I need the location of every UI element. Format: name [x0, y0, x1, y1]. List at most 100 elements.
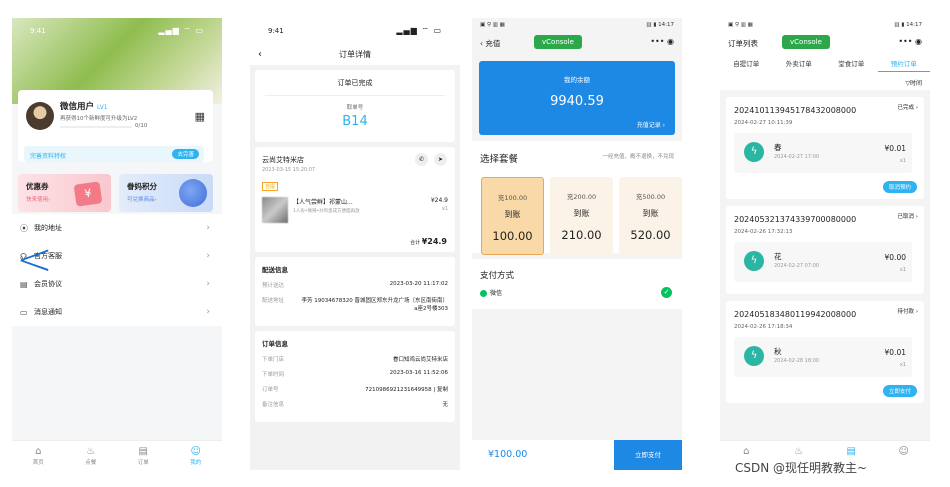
- order-number: 202405321374339700080000: [734, 215, 857, 224]
- avatar[interactable]: [26, 102, 54, 130]
- tab-delivery-orders[interactable]: 外卖订单: [773, 54, 826, 72]
- status-time: 9:41: [268, 26, 284, 35]
- total-value: ¥24.9: [421, 237, 447, 246]
- status-icons-right: ▥ ▮ 14:17: [646, 22, 674, 28]
- row-value: 2023-03-16 11:52:06: [389, 370, 448, 376]
- tab-mine[interactable]: ☺: [878, 441, 931, 470]
- row-key: 预计送达: [262, 283, 285, 289]
- package-option[interactable]: 充200.00 到账 210.00: [550, 177, 613, 255]
- order-info-section: 订单信息 下单门店 眷口知鸡云尚艾特米店 下单时间 2023-03-16 11:52…: [255, 331, 455, 422]
- back-arrow-icon[interactable]: ‹: [258, 49, 262, 60]
- delivery-section: 配送信息 预计送达 2023-03-20 11:17:02 配送地址 李芳 1903…: [255, 257, 455, 326]
- points-card[interactable]: 眷妈积分 可兑换商品›: [119, 174, 213, 212]
- nav-header: 订单列表 vConsole ••• ◉: [720, 32, 930, 54]
- order-card[interactable]: 202405321374339700080000 2024-02-26 17:3…: [726, 206, 924, 294]
- order-status: 订单已完成: [337, 79, 373, 87]
- payment-section: 支付方式 微信 ✓: [472, 259, 682, 309]
- goods-name: 【人气尝鲜】祁蒙山...: [293, 199, 353, 206]
- package-amount: 520.00: [630, 228, 671, 242]
- wechat-icon: [480, 290, 487, 297]
- food-icon: ♨: [794, 446, 804, 457]
- recharge-record-link[interactable]: 充值记录 ›: [637, 120, 665, 129]
- item-name: 春: [774, 143, 782, 152]
- queue-number: B14: [342, 114, 368, 129]
- nav-header: ‹ 充值 vConsole ••• ◉: [472, 32, 682, 54]
- coupon-icon: ¥: [73, 181, 103, 207]
- check-icon[interactable]: ✓: [661, 287, 672, 298]
- info-row: 备注信息 无: [262, 400, 448, 408]
- package-section: 选择套餐 一经充值，概不退换，不兑现 充100.00 到账 100.00 充20…: [472, 141, 682, 255]
- chevron-left-overlay-icon[interactable]: <: [16, 238, 53, 282]
- complete-profile-button[interactable]: 去完善: [172, 149, 199, 159]
- chevron-right-icon: ›: [206, 307, 210, 317]
- order-date: 2024-02-27 10:11:39: [734, 120, 793, 126]
- pay-now-button[interactable]: 立即支付: [614, 440, 682, 470]
- wechat-pay-option[interactable]: 微信: [480, 288, 502, 297]
- order-detail-screen: 9:41 ▂▄▆ ⌔ ▭ ‹ 订单详情 订单已完成 取单号 B14 云尚艾特米店…: [250, 18, 460, 470]
- balance-value: 9940.59: [550, 94, 604, 109]
- menu-label: 我的地址: [34, 224, 62, 232]
- info-row: 订单号 7210986921231649958 | 复制: [262, 385, 448, 393]
- tab-label: 点餐: [85, 460, 97, 466]
- order-status[interactable]: 已取消 ›: [898, 212, 918, 220]
- order-type-tabs: 自提订单 外卖订单 堂食订单 预约订单: [720, 54, 930, 72]
- status-bar: ▣ ⚲ ▥ ▦ ▥ ▮ 14:17: [472, 18, 682, 32]
- order-item: ϟ 秋 2024-02-28 18:00 ¥0.01 x1: [734, 337, 912, 377]
- tab-pickup-orders[interactable]: 自提订单: [720, 54, 773, 72]
- mini-program-capsule-icon[interactable]: ••• ◉: [650, 37, 674, 46]
- time-filter[interactable]: ▽时间: [720, 72, 930, 90]
- level-message: 再获得10个新鲜度可升级为LV2: [60, 116, 138, 122]
- orders-icon: ▤: [138, 446, 148, 457]
- package-option-selected[interactable]: 充100.00 到账 100.00: [481, 177, 544, 255]
- tab-dine-in-orders[interactable]: 堂食订单: [825, 54, 878, 72]
- tab-order-food[interactable]: ♨ 点餐: [65, 441, 118, 470]
- profile-screen: 9:41 ▂▄▆ ⌔ ▭ 微信用户 LV1 再获得10个新鲜度可升级为LV2 0/…: [12, 18, 222, 470]
- perk-banner[interactable]: 完善资料特权 去完善: [24, 146, 204, 162]
- row-key: 下单门店: [262, 357, 285, 363]
- phone-icon[interactable]: ✆: [415, 153, 428, 166]
- level-badge: LV1: [97, 104, 108, 111]
- perk-text: 完善资料特权: [30, 153, 67, 160]
- user-name: 微信用户: [60, 102, 95, 112]
- order-item: ϟ 花 2024-02-27 07:00 ¥0.00 x1: [734, 242, 912, 282]
- vconsole-button[interactable]: vConsole: [782, 35, 830, 49]
- bottom-tab-bar: ⌂ 首页 ♨ 点餐 ▤ 订单 ☺ 我的: [12, 440, 222, 470]
- order-status[interactable]: 待付款 ›: [898, 307, 918, 315]
- menu-label: 消息通知: [34, 308, 62, 316]
- order-card[interactable]: 202410113945178432008000 2024-02-27 10:1…: [726, 97, 924, 199]
- tab-home[interactable]: ⌂ 首页: [12, 441, 65, 470]
- row-key: 备注信息: [262, 402, 285, 408]
- package-option[interactable]: 充500.00 到账 520.00: [619, 177, 682, 255]
- order-info-title: 订单信息: [262, 340, 288, 348]
- package-arrive-label: 到账: [642, 209, 659, 218]
- order-total: 合计 ¥24.9: [410, 237, 447, 246]
- mini-program-capsule-icon[interactable]: ••• ◉: [898, 37, 922, 46]
- total-label: 合计: [410, 240, 421, 246]
- qr-code-icon[interactable]: ▦: [195, 110, 205, 123]
- status-icons-left: ▣ ⚲ ▥ ▦: [728, 22, 753, 28]
- page-title: 充值: [485, 38, 501, 48]
- item-qty: x1: [899, 362, 906, 368]
- item-name: 花: [774, 252, 782, 261]
- order-number-copy[interactable]: 7210986921231649958 | 复制: [300, 385, 448, 393]
- tab-orders[interactable]: ▤ 订单: [117, 441, 170, 470]
- location-icon: ⦿: [20, 223, 28, 233]
- order-status[interactable]: 已完成 ›: [898, 103, 918, 111]
- tab-reservation-orders[interactable]: 预约订单: [877, 54, 930, 72]
- vconsole-button[interactable]: vConsole: [534, 35, 582, 49]
- status-icons-left: ▣ ⚲ ▥ ▦: [480, 22, 505, 28]
- recharge-screen: ▣ ⚲ ▥ ▦ ▥ ▮ 14:17 ‹ 充值 vConsole ••• ◉ 我的…: [472, 18, 682, 470]
- tab-mine[interactable]: ☺ 我的: [170, 441, 223, 470]
- order-date: 2024-02-26 17:32:13: [734, 229, 793, 235]
- order-card[interactable]: 202405183480119942008000 2024-02-26 17:1…: [726, 301, 924, 403]
- pay-now-button[interactable]: 立即支付: [882, 385, 917, 397]
- cancel-reservation-button[interactable]: 取消预约: [882, 181, 917, 193]
- package-arrive-label: 到账: [573, 209, 590, 218]
- item-name: 秋: [774, 347, 782, 356]
- row-value: 眷口知鸡云尚艾特米店: [392, 357, 448, 363]
- navigate-icon[interactable]: ➤: [434, 153, 447, 166]
- coupon-card[interactable]: 优惠券 快来使用› ¥: [18, 174, 111, 212]
- menu-item-notifications[interactable]: ▭ 消息通知 ›: [12, 298, 222, 326]
- info-row: 下单门店 眷口知鸡云尚艾特米店: [262, 355, 448, 363]
- status-icons-right: ▥ ▮ 14:17: [894, 22, 922, 28]
